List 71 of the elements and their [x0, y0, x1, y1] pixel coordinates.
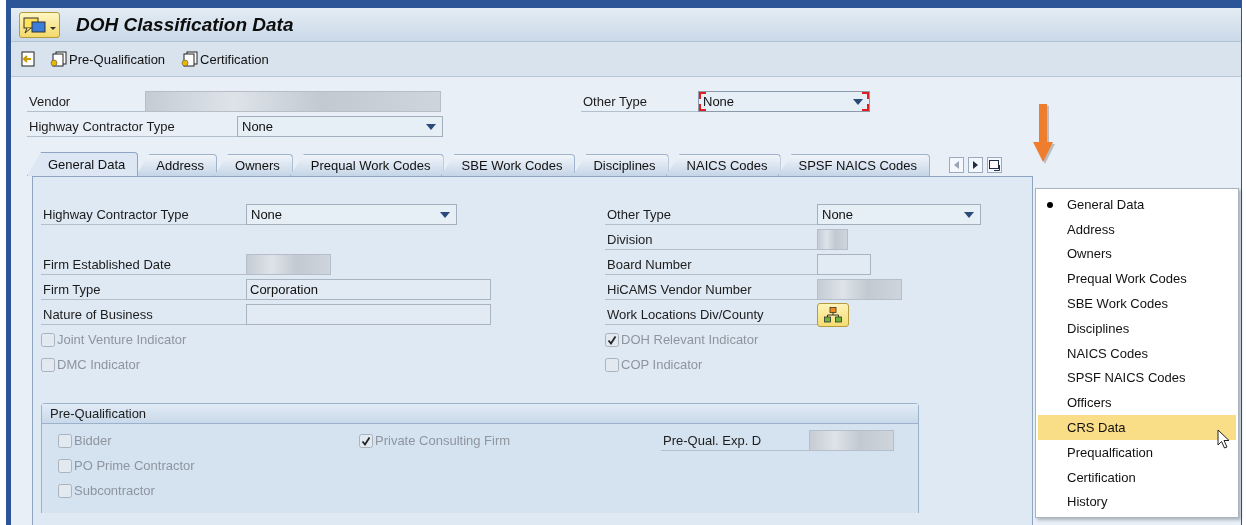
tab-list-icon [989, 159, 1001, 171]
caret-icon [426, 123, 436, 130]
menu-item[interactable]: SPSF NAICS Codes [1038, 365, 1236, 391]
hierarchy-icon [824, 306, 842, 323]
masked-field [817, 229, 848, 250]
input-field[interactable]: Corporation [246, 279, 491, 300]
field-label: Firm Established Date [41, 254, 246, 275]
toolbar-button[interactable]: Pre-Qualification [47, 49, 169, 69]
menu-item[interactable]: Prequalfication [1038, 439, 1236, 465]
dropdown-field[interactable]: None [237, 116, 443, 137]
menu-item[interactable]: Certification [1038, 464, 1236, 490]
tab[interactable]: Owners [214, 154, 293, 176]
documents-icon [181, 51, 200, 67]
field-label: Nature of Business [41, 304, 246, 325]
window-title: DOH Classification Data [76, 13, 294, 36]
dropdown-field[interactable]: None [698, 91, 870, 112]
menu-item[interactable]: CRS Data [1038, 415, 1236, 440]
menu-item[interactable]: History [1038, 489, 1236, 515]
tab[interactable]: SPSF NAICS Codes [777, 154, 931, 176]
input-field[interactable] [246, 304, 491, 325]
group-title: Pre-Qualification [42, 404, 918, 424]
checkbox-label: Joint Venture Indicator [57, 332, 187, 347]
menu-item[interactable]: Owners [1038, 241, 1236, 267]
checkbox-label: Private Consulting Firm [375, 433, 511, 448]
dropdown-field[interactable]: None [817, 204, 981, 225]
caret-icon [440, 211, 450, 218]
caret-icon [50, 27, 56, 30]
menu-item[interactable]: Address [1038, 216, 1236, 242]
tab[interactable]: General Data [27, 152, 139, 176]
exit-button[interactable] [19, 49, 37, 69]
cursor-icon [1217, 429, 1231, 449]
field-label: Board Number [605, 254, 817, 275]
checkbox-label: Bidder [74, 433, 112, 448]
exit-icon [21, 51, 35, 67]
menu-item[interactable]: NAICS Codes [1038, 340, 1236, 366]
tab[interactable]: SBE Work Codes [440, 154, 576, 176]
checkbox-label: Subcontractor [74, 483, 155, 498]
caret-icon [853, 98, 863, 105]
right-arrow-icon [973, 161, 979, 169]
tab[interactable]: Address [135, 154, 218, 176]
hierarchy-button[interactable] [817, 302, 849, 327]
menu-item[interactable]: Disciplines [1038, 316, 1236, 341]
tab[interactable]: Prequal Work Codes [289, 154, 444, 176]
checkbox-label: PO Prime Contractor [74, 458, 195, 473]
field-label: Firm Type [41, 279, 246, 300]
menu-item[interactable]: General Data [1038, 192, 1236, 217]
field-label: Division [605, 229, 817, 250]
menu-item[interactable]: SBE Work Codes [1038, 291, 1236, 316]
scroll-right-button[interactable] [968, 157, 984, 173]
checkbox-label: COP Indicator [621, 357, 703, 372]
tab-list-button[interactable] [987, 157, 1003, 173]
field-label: Highway Contractor Type [27, 116, 237, 137]
documents-icon [50, 51, 68, 67]
menu-item[interactable]: Prequal Work Codes [1038, 266, 1236, 292]
dropdown-field[interactable]: None [246, 204, 457, 225]
field-label: Other Type [605, 204, 817, 225]
down-arrow-icon [1031, 104, 1057, 166]
system-menu-button[interactable] [19, 11, 60, 38]
screen-icon [23, 15, 47, 34]
field-label: Work Locations Div/County [605, 304, 817, 325]
checkbox-label: DMC Indicator [57, 357, 141, 372]
checkbox-label: DOH Relevant Indicator [621, 332, 759, 347]
input-field[interactable] [817, 254, 871, 275]
tab[interactable]: NAICS Codes [665, 154, 781, 176]
menu-item[interactable]: Officers [1038, 390, 1236, 416]
toolbar-button[interactable]: Certification [178, 49, 272, 69]
field-label: Highway Contractor Type [41, 204, 246, 225]
field-label: HiCAMS Vendor Number [605, 279, 817, 300]
tab[interactable]: Disciplines [572, 154, 669, 176]
left-arrow-icon [954, 161, 960, 169]
caret-icon [964, 211, 974, 218]
